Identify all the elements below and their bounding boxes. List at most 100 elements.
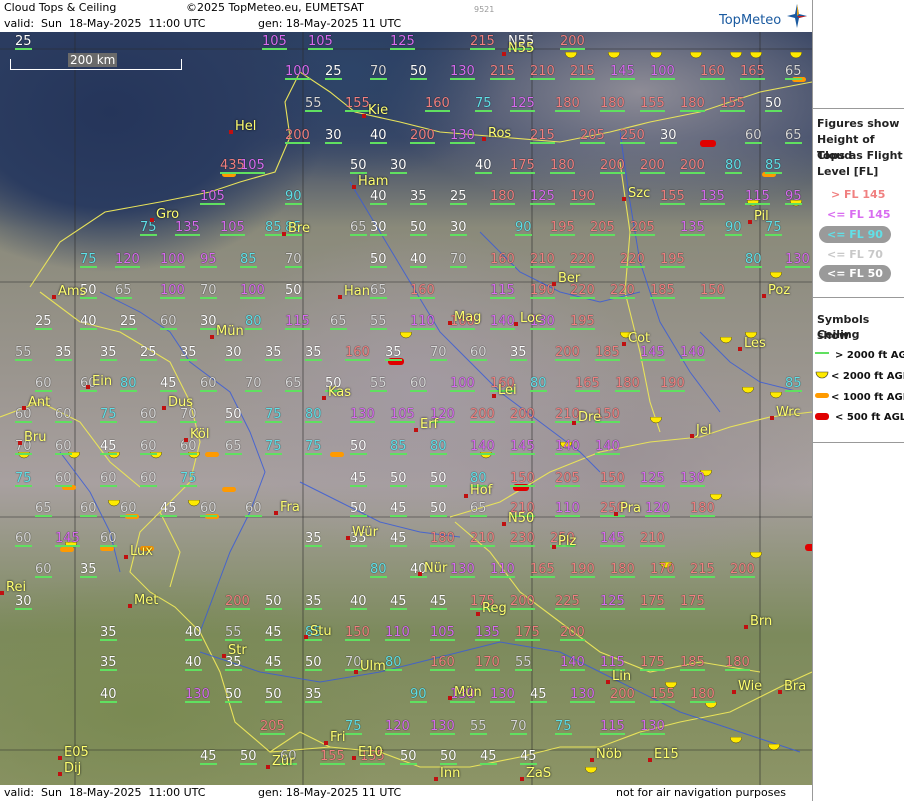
cloud-top-value: 160 xyxy=(425,96,450,112)
legend-fl-145: <= FL 145 xyxy=(827,208,891,221)
city-label: Reg xyxy=(482,601,507,616)
cloud-top-value: 170 xyxy=(475,655,500,671)
cloud-top-value: 145 xyxy=(55,531,80,547)
cloud-top-value: 90 xyxy=(725,220,742,236)
cloud-top-value: 110 xyxy=(555,501,580,517)
city-marker xyxy=(0,591,4,595)
cloud-top-value: 100 xyxy=(240,283,265,299)
cloud-top-value: 60 xyxy=(200,376,217,392)
city-label: Plz xyxy=(558,534,577,549)
cloud-top-value: 40 xyxy=(370,189,387,205)
symbol-below-2000: < 2000 ft AGL xyxy=(831,371,904,382)
cloud-top-value: 135 xyxy=(175,220,200,236)
cloud-top-value: 130 xyxy=(430,719,455,735)
ceiling-yellow-symbol xyxy=(770,392,782,399)
cloud-top-value: 50 xyxy=(240,749,257,765)
cloud-top-value: 125 xyxy=(530,189,555,205)
cloud-top-value: 195 xyxy=(660,252,685,268)
city-label: Bra xyxy=(784,679,807,694)
city-marker xyxy=(414,428,418,432)
legend-fl-90: <= FL 90 xyxy=(819,226,891,243)
city-marker xyxy=(352,185,356,189)
cloud-top-value: 100 xyxy=(285,64,310,80)
cloud-top-value: 50 xyxy=(765,96,782,112)
cloud-top-value: 115 xyxy=(285,314,310,330)
cloud-top-value: 35 xyxy=(100,655,117,671)
city-marker xyxy=(362,114,366,118)
cloud-top-value: 100 xyxy=(160,283,185,299)
cloud-top-value: 200 xyxy=(410,128,435,144)
cloud-top-value: 130 xyxy=(640,719,665,735)
city-label: Ams xyxy=(58,284,87,299)
cloud-top-value: 45 xyxy=(430,594,447,610)
cloud-top-value: 60 xyxy=(245,501,262,517)
city-marker xyxy=(552,282,556,286)
cloud-top-value: 125 xyxy=(510,96,535,112)
city-label: Zür xyxy=(272,754,295,769)
cloud-top-value: 50 xyxy=(225,687,242,703)
cloud-top-value: 145 xyxy=(640,345,665,361)
cloud-top-value: 145 xyxy=(600,531,625,547)
city-label: Wür xyxy=(352,525,378,540)
city-label: Ber xyxy=(558,271,581,286)
city-label: Köl xyxy=(190,427,210,442)
cloud-top-value: 200 xyxy=(555,345,580,361)
cloud-top-value: 200 xyxy=(510,407,535,423)
cloud-top-value: 100 xyxy=(160,252,185,268)
cloud-top-value: 130 xyxy=(450,128,475,144)
cloud-top-value: 210 xyxy=(470,531,495,547)
legend-divider-3 xyxy=(813,442,904,443)
cloud-top-value: 195 xyxy=(570,314,595,330)
cloud-top-value: 95 xyxy=(785,189,802,205)
city-label: Ulm xyxy=(360,659,386,674)
city-marker xyxy=(732,690,736,694)
cloud-top-value: 220 xyxy=(610,283,635,299)
city-label: Wrc xyxy=(776,405,801,420)
cloud-top-value: 60 xyxy=(140,439,157,455)
cloud-top-value: 60 xyxy=(470,345,487,361)
legend-title-3: Tops as Flight xyxy=(817,149,903,162)
city-label: Lin xyxy=(612,669,632,684)
cloud-top-value: 135 xyxy=(680,220,705,236)
city-marker xyxy=(128,604,132,608)
cloud-top-value: 140 xyxy=(560,655,585,671)
city-marker xyxy=(354,670,358,674)
city-label: Brn xyxy=(750,614,773,629)
cloud-top-value: 50 xyxy=(390,471,407,487)
cloud-top-value: 60 xyxy=(55,407,72,423)
legend-fl-above-145: > FL 145 xyxy=(831,188,886,201)
green-line-icon xyxy=(815,352,829,354)
city-marker xyxy=(22,406,26,410)
cloud-top-value: 220 xyxy=(570,252,595,268)
city-label: Str xyxy=(228,643,247,658)
cloud-top-value: 25 xyxy=(15,34,32,50)
cloud-top-value: 35 xyxy=(55,345,72,361)
city-marker xyxy=(464,494,468,498)
city-label: Lux xyxy=(130,544,153,559)
cloud-top-value: 180 xyxy=(600,96,625,112)
cloud-top-value: 105 xyxy=(430,625,455,641)
ceiling-yellow-symbol xyxy=(585,767,597,774)
cloud-top-value: 225 xyxy=(555,594,580,610)
cloud-top-value: 65 xyxy=(470,501,487,517)
cloud-top-value: 60 xyxy=(55,471,72,487)
cloud-top-value: 35 xyxy=(100,625,117,641)
ceiling-yellow-symbol xyxy=(690,52,702,59)
cloud-top-value: 165 xyxy=(530,562,555,578)
cloud-top-value: 45 xyxy=(350,471,367,487)
cloud-top-value: 75 xyxy=(180,471,197,487)
city-marker xyxy=(492,394,496,398)
cloud-top-value: 70 xyxy=(200,283,217,299)
city-label: Pil xyxy=(754,209,769,224)
cloud-top-value: 180 xyxy=(680,96,705,112)
orange-bar-icon xyxy=(815,393,829,398)
satellite-map[interactable]: 200 km 25 105 105 125 215 200 N55 100 25 70 50 130 2… xyxy=(0,32,812,785)
cloud-top-value: 130 xyxy=(490,687,515,703)
cloud-top-value: 165 xyxy=(575,376,600,392)
cloud-top-value: 40 xyxy=(100,687,117,703)
cloud-top-value: 210 xyxy=(530,64,555,80)
cloud-top-value: 210 xyxy=(530,252,555,268)
cloud-top-value: 75 xyxy=(140,220,157,236)
city-marker xyxy=(210,335,214,339)
cloud-top-value: 45 xyxy=(390,501,407,517)
